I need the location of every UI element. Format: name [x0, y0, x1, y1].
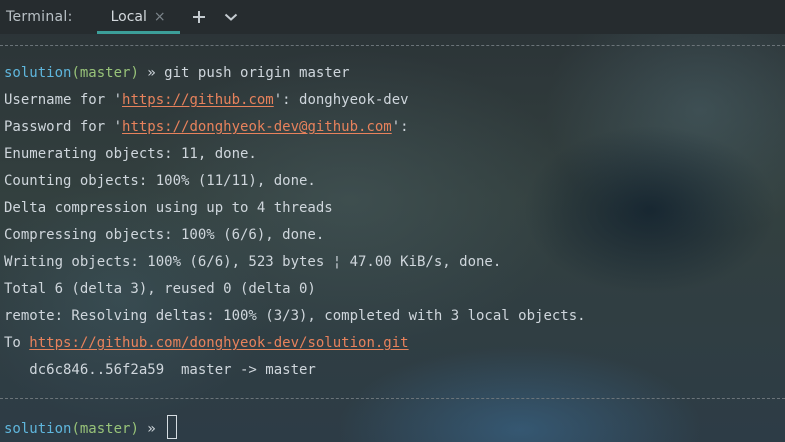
terminal-output[interactable]: solution(master) » git push origin maste… — [0, 34, 785, 442]
output-text: Username for ' — [4, 92, 123, 108]
output-line: Delta compression using up to 4 threads — [4, 200, 333, 216]
terminal-tool-window-header: Terminal: Local × — [0, 0, 785, 34]
tab-local[interactable]: Local × — [96, 0, 180, 34]
github-link[interactable]: https://github.com — [122, 92, 274, 108]
chevron-down-icon[interactable] — [218, 0, 244, 34]
command-line: solution(master) » git push origin maste… — [4, 64, 350, 82]
output-line: Compressing objects: 100% (6/6), done. — [4, 227, 325, 243]
github-user-link[interactable]: https://donghyeok-dev@github.com — [122, 119, 392, 135]
separator-line — [0, 398, 785, 399]
terminal-title: Terminal: — [6, 9, 73, 25]
output-text: ': donghyeok-dev — [273, 92, 409, 108]
prompt-arrow: » — [138, 421, 165, 437]
separator-line — [0, 45, 785, 46]
output-line: Password for 'https://donghyeok-dev@gith… — [4, 118, 409, 136]
output-line: Total 6 (delta 3), reused 0 (delta 0) — [4, 281, 316, 297]
prompt-directory: solution — [4, 65, 72, 81]
prompt-line[interactable]: solution(master) » — [4, 415, 178, 439]
output-text: To — [4, 335, 30, 351]
output-line: Username for 'https://github.com': dongh… — [4, 91, 409, 109]
tab-label: Local — [110, 9, 147, 25]
repository-link[interactable]: https://github.com/donghyeok-dev/solutio… — [29, 335, 408, 351]
prompt-directory: solution — [4, 421, 72, 437]
prompt-arrow: » — [138, 65, 165, 81]
output-line: Writing objects: 100% (6/6), 523 bytes ¦… — [4, 254, 502, 270]
output-text: ': — [391, 119, 409, 135]
output-line: remote: Resolving deltas: 100% (3/3), co… — [4, 308, 586, 324]
close-icon[interactable]: × — [154, 9, 166, 25]
output-line: dc6c846..56f2a59 master -> master — [4, 362, 316, 378]
output-line: To https://github.com/donghyeok-dev/solu… — [4, 334, 409, 352]
text-cursor[interactable] — [167, 415, 178, 439]
command-text: git push origin master — [164, 65, 350, 81]
output-line: Enumerating objects: 11, done. — [4, 146, 257, 162]
output-line: Counting objects: 100% (11/11), done. — [4, 173, 316, 189]
output-text: Password for ' — [4, 119, 123, 135]
plus-icon[interactable] — [186, 0, 212, 34]
prompt-branch: (master) — [71, 65, 139, 81]
prompt-branch: (master) — [71, 421, 139, 437]
